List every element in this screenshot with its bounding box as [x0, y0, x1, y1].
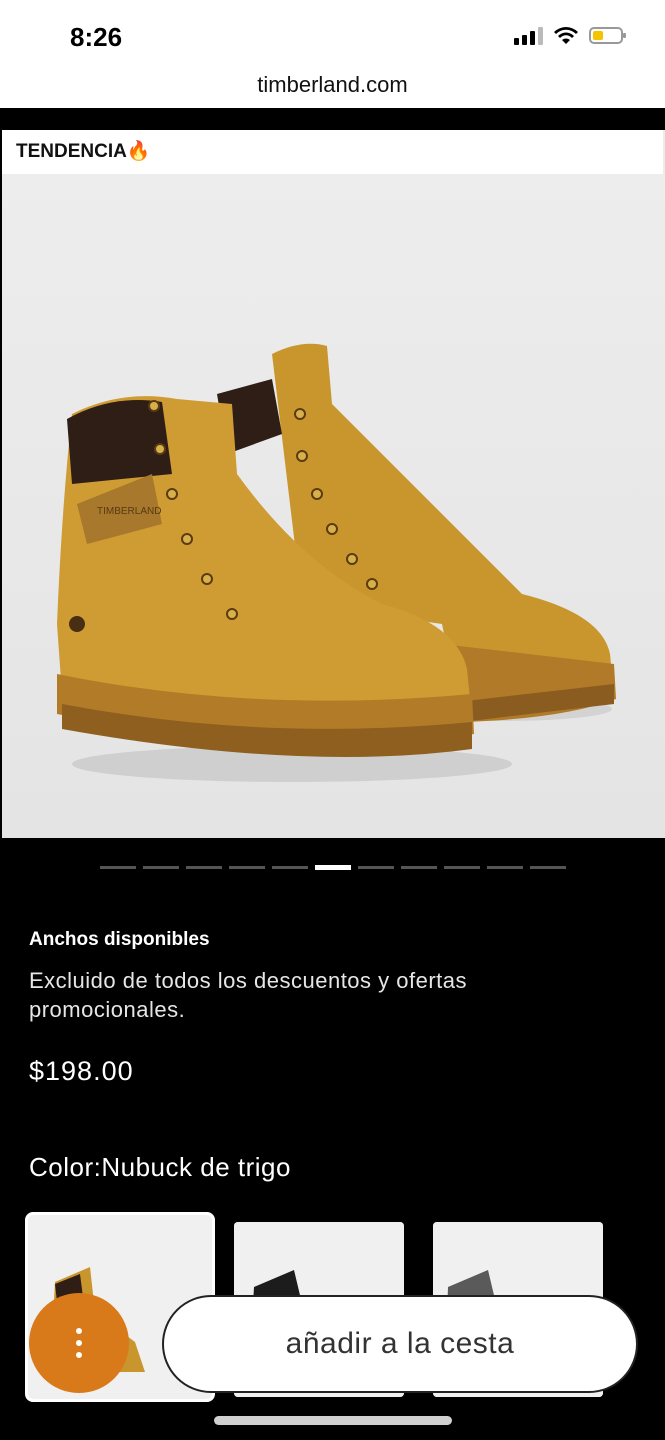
carousel-indicator[interactable]	[0, 865, 665, 870]
product-gallery: TENDENCIA🔥 TIMBERLAND	[0, 108, 665, 838]
add-to-cart-button[interactable]: añadir a la cesta	[162, 1295, 638, 1393]
product-image-frame[interactable]: TENDENCIA🔥 TIMBERLAND	[2, 130, 665, 838]
carousel-dot[interactable]	[443, 866, 480, 869]
battery-icon	[589, 27, 626, 44]
cellular-signal-icon	[514, 26, 543, 45]
carousel-dot[interactable]	[99, 866, 136, 869]
carousel-dot[interactable]	[486, 866, 523, 869]
wifi-icon	[554, 27, 578, 44]
trend-badge: TENDENCIA🔥	[2, 130, 663, 174]
carousel-dot[interactable]	[400, 866, 437, 869]
carousel-dot[interactable]	[271, 866, 308, 869]
address-bar[interactable]: timberland.com	[0, 62, 665, 108]
carousel-dot[interactable]	[357, 866, 394, 869]
status-icons	[514, 26, 626, 45]
carousel-dot[interactable]	[185, 866, 222, 869]
boots-image: TIMBERLAND	[2, 174, 665, 838]
home-indicator	[214, 1416, 452, 1425]
svg-text:TIMBERLAND: TIMBERLAND	[97, 506, 161, 517]
status-bar: 8:26	[0, 0, 665, 62]
price: $198.00	[29, 1056, 134, 1086]
exclusion-note: Excluido de todos los descuentos y ofert…	[29, 968, 468, 1022]
color-label: Color:Nubuck de trigo	[29, 1152, 291, 1182]
url-text: timberland.com	[257, 72, 408, 97]
more-vertical-icon[interactable]	[29, 1293, 129, 1393]
carousel-dot[interactable]	[228, 866, 265, 869]
carousel-dot[interactable]	[142, 866, 179, 869]
status-time: 8:26	[70, 22, 123, 52]
widths-available-label: Anchos disponibles	[29, 929, 210, 950]
carousel-dot[interactable]	[314, 865, 351, 870]
carousel-dot[interactable]	[529, 866, 566, 869]
